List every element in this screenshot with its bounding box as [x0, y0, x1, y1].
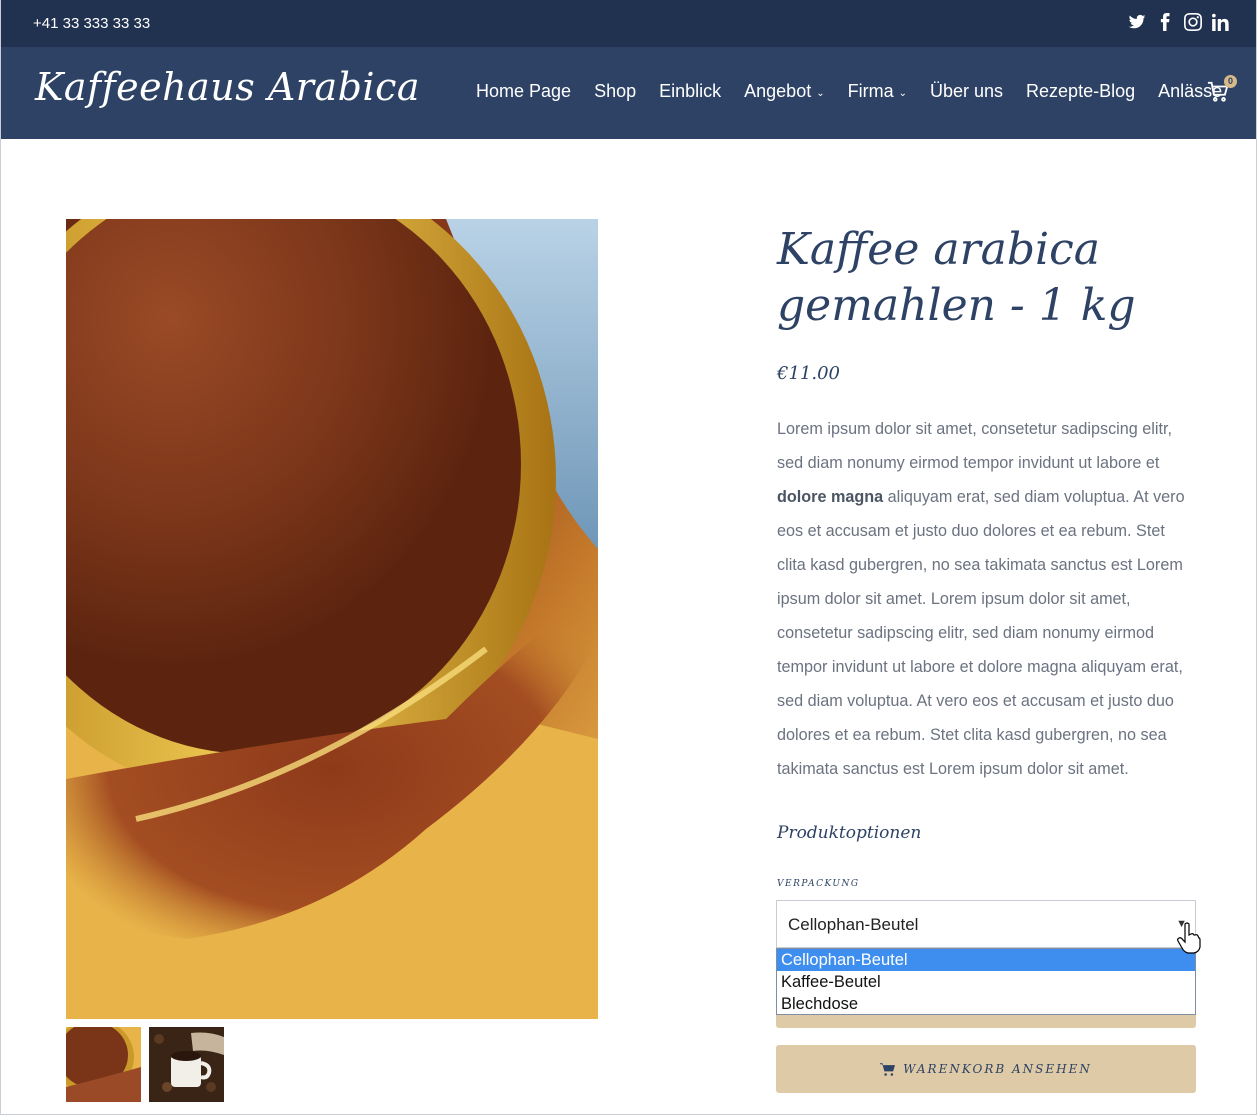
description-text: aliquyam erat, sed diam voluptua. At ver…: [777, 488, 1185, 778]
main-header: Kaffeehaus Arabica Home Page Shop Einbli…: [1, 47, 1256, 139]
nav-label: Shop: [594, 81, 637, 101]
packaging-label: VERPACKUNG: [777, 879, 860, 889]
cart-button[interactable]: 0: [1207, 75, 1237, 105]
instagram-icon[interactable]: [1184, 13, 1202, 33]
nav-item-einblick[interactable]: Einblick: [659, 81, 721, 102]
nav-item-ueber-uns[interactable]: Über uns: [930, 81, 1003, 102]
dropdown-option-cellophan-beutel[interactable]: Cellophan-Beutel: [777, 949, 1195, 971]
product-title: Kaffee arabica gemahlen - 1 kg: [777, 224, 1136, 331]
nav-item-angebot[interactable]: Angebot ⌄: [744, 81, 824, 102]
social-links: [1128, 13, 1230, 33]
linkedin-icon[interactable]: [1212, 13, 1230, 33]
chevron-down-icon: ⌄: [816, 87, 825, 99]
cart-count-badge: 0: [1224, 75, 1237, 88]
product-description: Lorem ipsum dolor sit amet, consetetur s…: [777, 412, 1197, 786]
packaging-selected-value: Cellophan-Beutel: [788, 915, 919, 934]
thumbnail-strip: [66, 1027, 224, 1102]
ground-coffee-thumbnail: [66, 1027, 141, 1102]
shopping-cart-icon: [880, 1062, 896, 1076]
nav-label: Einblick: [659, 81, 722, 101]
nav-label: Über uns: [929, 81, 1004, 101]
packaging-select[interactable]: Cellophan-Beutel ▼: [776, 900, 1196, 948]
nav-label: Firma: [847, 81, 894, 101]
description-bold: dolore magna: [777, 488, 884, 506]
nav-label: Rezepte-Blog: [1026, 81, 1136, 101]
thumbnail-ground-coffee[interactable]: [66, 1027, 141, 1102]
nav-label: Angebot: [744, 81, 812, 101]
nav-item-firma[interactable]: Firma ⌄: [848, 81, 907, 102]
add-to-cart-button-edge[interactable]: [776, 1015, 1196, 1028]
ground-coffee-image: [66, 219, 598, 1019]
description-text: Lorem ipsum dolor sit amet, consetetur s…: [777, 420, 1172, 472]
top-bar: +41 33 333 33 33: [1, 0, 1256, 47]
view-cart-label: WARENKORB ANSEHEN: [903, 1062, 1092, 1076]
dropdown-option-blechdose[interactable]: Blechdose: [777, 993, 1195, 1015]
nav-item-shop[interactable]: Shop: [594, 81, 636, 102]
dropdown-option-kaffee-beutel[interactable]: Kaffee-Beutel: [777, 971, 1195, 993]
site-logo[interactable]: Kaffeehaus Arabica: [35, 65, 420, 109]
coffee-cup-thumbnail: [149, 1027, 224, 1102]
hand-pointer-cursor-icon: [1177, 922, 1201, 954]
thumbnail-coffee-beans-cup[interactable]: [149, 1027, 224, 1102]
packaging-dropdown-list: Cellophan-Beutel Kaffee-Beutel Blechdose: [776, 948, 1196, 1015]
nav-item-rezepte-blog[interactable]: Rezepte-Blog: [1026, 81, 1135, 102]
twitter-icon[interactable]: [1128, 13, 1146, 33]
main-nav: Home Page Shop Einblick Angebot ⌄ Firma ⌄ …: [476, 81, 1245, 102]
product-options-heading: Produktoptionen: [777, 823, 922, 843]
chevron-down-icon: ⌄: [898, 87, 907, 99]
facebook-icon[interactable]: [1156, 13, 1174, 33]
product-price: €11.00: [777, 363, 840, 384]
view-cart-button[interactable]: WARENKORB ANSEHEN: [776, 1045, 1196, 1093]
product-main-image[interactable]: [66, 219, 598, 1019]
phone-number[interactable]: +41 33 333 33 33: [33, 15, 150, 32]
nav-label: Home Page: [476, 81, 572, 101]
nav-item-home[interactable]: Home Page: [476, 81, 571, 102]
